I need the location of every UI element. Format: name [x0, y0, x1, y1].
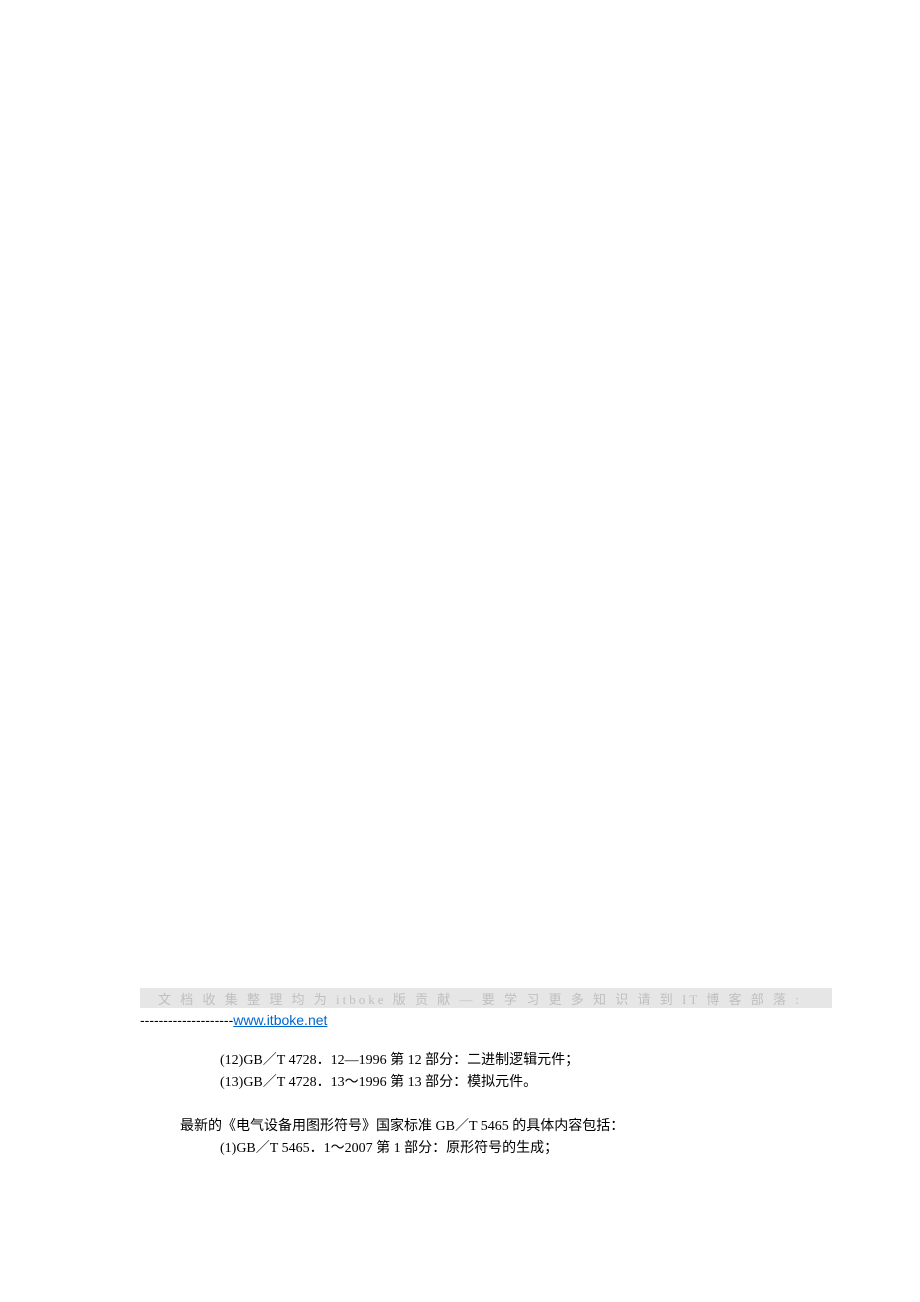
list-item-12: (12)GB／T 4728．12—1996 第 12 部分：二进制逻辑元件；	[140, 1050, 832, 1072]
watermark-bar: 文 档 收 集 整 理 均 为 itboke 版 贡 献 — 要 学 习 更 多…	[140, 988, 832, 1008]
itboke-link[interactable]: www.itboke.net	[233, 1012, 327, 1028]
list-item-13: (13)GB／T 4728．13～1996 第 13 部分：模拟元件。	[140, 1072, 832, 1094]
link-dashes: --------------------	[140, 1012, 233, 1028]
link-line: --------------------www.itboke.net	[140, 1012, 327, 1028]
list-item-1: (1)GB／T 5465．1～2007 第 1 部分：原形符号的生成；	[140, 1138, 832, 1160]
document-content: (12)GB／T 4728．12—1996 第 12 部分：二进制逻辑元件； (…	[140, 1050, 832, 1160]
watermark-text: 文 档 收 集 整 理 均 为 itboke 版 贡 献 — 要 学 习 更 多…	[158, 989, 802, 1008]
section-intro: 最新的《电气设备用图形符号》国家标准 GB／T 5465 的具体内容包括：	[140, 1116, 832, 1138]
